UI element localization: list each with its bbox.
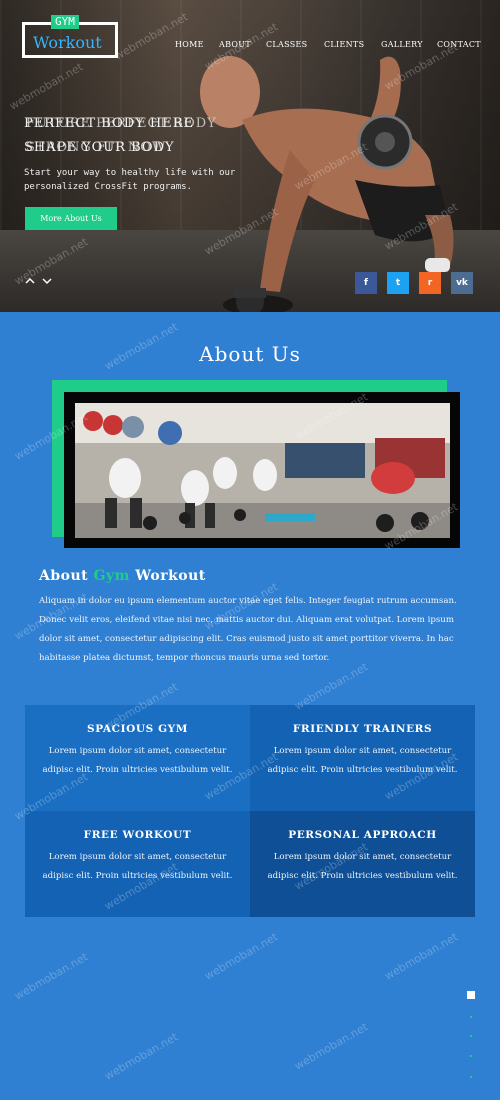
- about-heading-post: Workout: [129, 568, 206, 584]
- watermark: webmoban.net: [202, 930, 281, 983]
- feature-title: SPACIOUS GYM: [87, 723, 188, 735]
- nav-clients[interactable]: CLIENTS: [324, 40, 364, 52]
- feature-title: FRIENDLY TRAINERS: [292, 723, 433, 735]
- logo[interactable]: GYM Workout: [22, 15, 118, 58]
- nav-home[interactable]: HOME: [175, 40, 204, 52]
- about-heading-accent: Gym: [93, 568, 130, 584]
- logo-tag: GYM: [51, 15, 79, 29]
- chevron-down-icon[interactable]: [42, 276, 52, 286]
- watermark: webmoban.net: [292, 1020, 371, 1073]
- about-heading: About Gym Workout: [39, 568, 206, 584]
- vk-icon[interactable]: vk: [451, 272, 473, 294]
- section-title: About Us: [199, 342, 301, 366]
- rss-icon[interactable]: r: [419, 272, 441, 294]
- more-about-us-button[interactable]: More About Us: [25, 207, 117, 230]
- feature-text: Lorem ipsum dolor sit amet, consectetur …: [42, 746, 233, 775]
- scroll-dot[interactable]: [470, 1076, 472, 1078]
- gym-class-photo: [75, 403, 450, 538]
- feature-personal-approach: PERSONAL APPROACH Lorem ipsum dolor sit …: [250, 811, 475, 917]
- hero-title-line1-overlay: FUTURE PERFECT BODY: [26, 116, 217, 131]
- feature-title: PERSONAL APPROACH: [288, 829, 437, 841]
- nav-gallery[interactable]: GALLERY: [381, 40, 423, 52]
- nav-classes[interactable]: CLASSES: [266, 40, 307, 52]
- facebook-icon[interactable]: f: [355, 272, 377, 294]
- watermark: webmoban.net: [12, 950, 91, 1003]
- hero-title-line2-overlay: STRONG FIT NOW: [26, 140, 167, 155]
- feature-free-workout: FREE WORKOUT Lorem ipsum dolor sit amet,…: [25, 811, 250, 917]
- scroll-top-button[interactable]: [467, 991, 475, 999]
- scroll-dot[interactable]: [470, 1016, 472, 1018]
- watermark: webmoban.net: [382, 930, 461, 983]
- feature-title: FREE WORKOUT: [83, 829, 192, 841]
- logo-name: Workout: [33, 33, 102, 52]
- scroll-dot[interactable]: [470, 1035, 472, 1037]
- hero-subtitle: Start your way to healthy life with our …: [24, 168, 236, 192]
- about-heading-pre: About: [39, 568, 94, 584]
- watermark: webmoban.net: [102, 1030, 181, 1083]
- scroll-dot[interactable]: [470, 1055, 472, 1057]
- twitter-icon[interactable]: t: [387, 272, 409, 294]
